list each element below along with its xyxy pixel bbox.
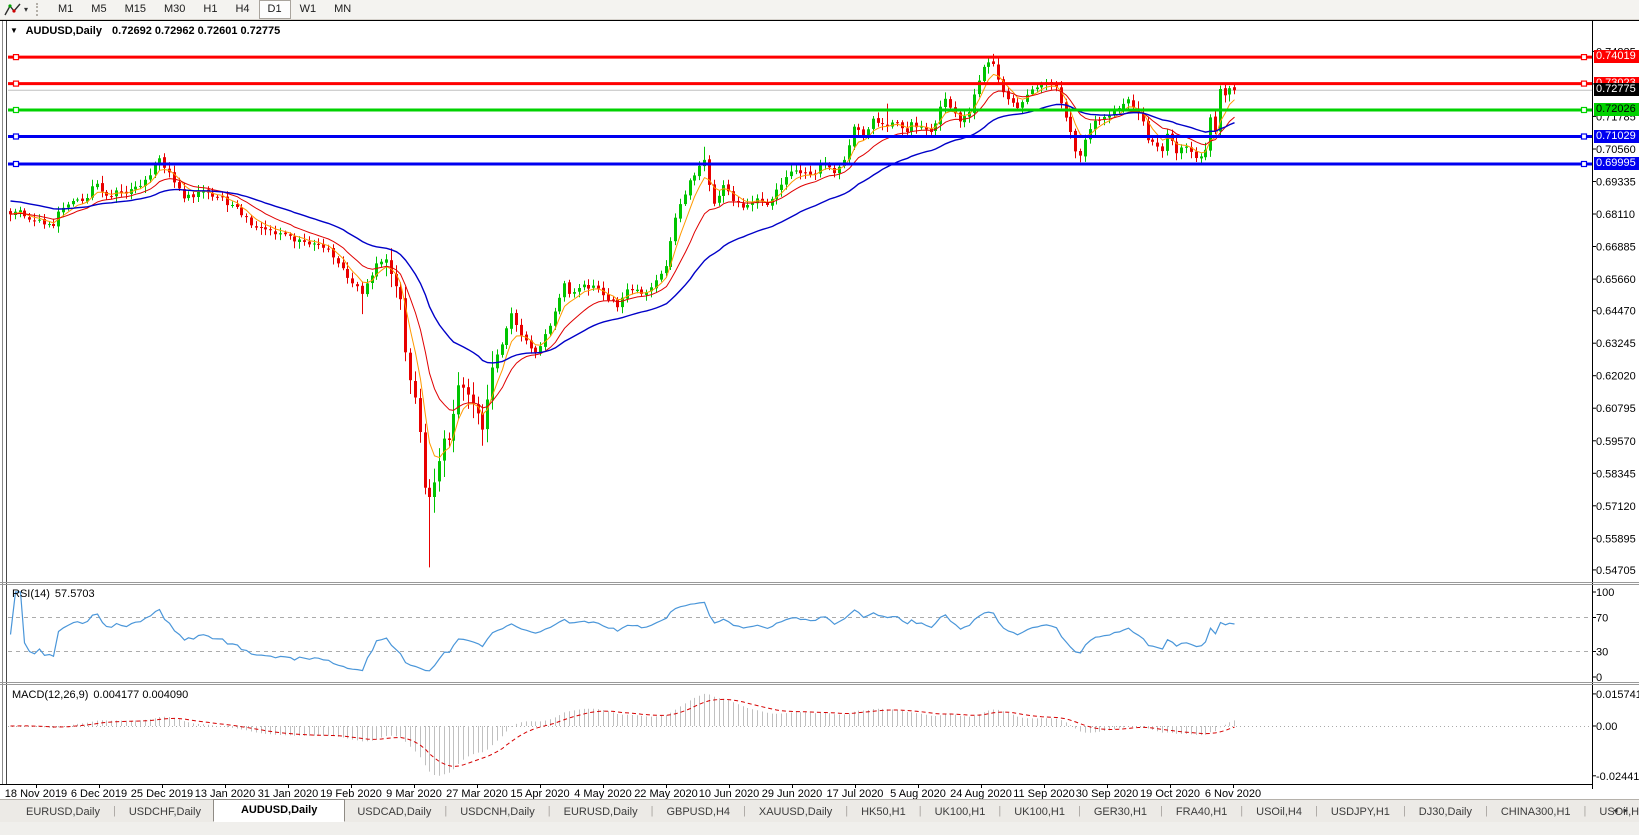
- chart-tab-uk100-h1[interactable]: UK100,H1: [1002, 803, 1077, 822]
- price-axis-tick: 0.68110: [1596, 209, 1635, 221]
- symbol-tab-bar: EURUSD,Daily|USDCHF,DailyAUDUSD,DailyUSD…: [0, 799, 1639, 822]
- rsi-axis-tick: 100: [1596, 587, 1614, 599]
- chart-ohlc-values: 0.72692 0.72962 0.72601 0.72775: [112, 25, 280, 37]
- chart-symbol-period: AUDUSD,Daily: [26, 25, 102, 37]
- chart-tab-usdcnh-daily[interactable]: USDCNH,Daily: [448, 803, 547, 822]
- macd-axis-tick: 0.00: [1596, 721, 1617, 733]
- price-axis-tick: 0.70560: [1596, 144, 1636, 156]
- chart-tab-dj30-daily[interactable]: DJ30,Daily: [1407, 803, 1484, 822]
- macd-axis-tick: -0.024412: [1596, 771, 1639, 783]
- macd-axis-tick: 0.015741: [1596, 689, 1639, 701]
- tab-scroll-left-icon[interactable]: ◂: [1613, 805, 1624, 815]
- chart-tab-hk50-h1[interactable]: HK50,H1: [849, 803, 918, 822]
- rsi-axis-tick: 0: [1596, 672, 1602, 684]
- level-price-tag: 0.74019: [1594, 50, 1639, 63]
- price-axis-tick: 0.55895: [1596, 533, 1636, 545]
- macd-values: 0.004177 0.004090: [93, 689, 188, 701]
- rsi-name: RSI(14): [12, 588, 50, 600]
- chart-tab-eurusd-daily[interactable]: EURUSD,Daily: [552, 803, 650, 822]
- chart-tab-usdchf-daily[interactable]: USDCHF,Daily: [117, 803, 213, 822]
- macd-indicator-label: MACD(12,26,9) 0.004177 0.004090: [12, 689, 188, 701]
- tab-scroll-right-icon[interactable]: ▸: [1623, 805, 1634, 815]
- price-axis-tick: 0.58345: [1596, 468, 1636, 480]
- price-axis-tick: 0.64470: [1596, 306, 1636, 318]
- chart-tab-audusd-daily[interactable]: AUDUSD,Daily: [213, 799, 345, 822]
- rsi-axis-tick: 30: [1596, 647, 1608, 659]
- chart-tab-china300-h1[interactable]: CHINA300,H1: [1489, 803, 1583, 822]
- rsi-value: 57.5703: [55, 588, 95, 600]
- price-axis-tick: 0.65660: [1596, 274, 1636, 286]
- chart-tab-gbpusd-h4[interactable]: GBPUSD,H4: [654, 803, 742, 822]
- price-axis-tick: 0.62020: [1596, 371, 1636, 383]
- mt4-window: ▾ M1M5M15M30H1H4D1W1MN 0.742350.730100.7…: [0, 0, 1639, 835]
- chart-canvas[interactable]: 0.742350.730100.717850.705600.693350.681…: [0, 0, 1639, 800]
- price-axis-tick: 0.63245: [1596, 338, 1636, 350]
- chart-tab-uk100-h1[interactable]: UK100,H1: [923, 803, 998, 822]
- macd-name: MACD(12,26,9): [12, 689, 88, 701]
- level-price-tag: 0.71029: [1594, 130, 1639, 143]
- price-axis-tick: 0.54705: [1596, 565, 1636, 577]
- rsi-axis-tick: 70: [1596, 613, 1608, 625]
- chart-title: ▼ AUDUSD,Daily 0.72692 0.72962 0.72601 0…: [10, 25, 280, 37]
- bottom-strip: [0, 822, 1639, 835]
- price-axis-tick: 0.60795: [1596, 403, 1636, 415]
- price-axis-tick: 0.57120: [1596, 501, 1636, 513]
- price-axis-tick: 0.69335: [1596, 177, 1636, 189]
- price-axis-tick: 0.66885: [1596, 242, 1636, 254]
- chart-menu-triangle-icon[interactable]: ▼: [10, 26, 18, 35]
- bid-price-tag: 0.72775: [1594, 83, 1639, 96]
- level-price-tag: 0.69995: [1594, 157, 1639, 170]
- chart-tab-usdjpy-h1[interactable]: USDJPY,H1: [1319, 803, 1402, 822]
- chart-tab-eurusd-daily[interactable]: EURUSD,Daily: [14, 803, 112, 822]
- chart-tab-ger30-h1[interactable]: GER30,H1: [1082, 803, 1159, 822]
- price-axis-tick: 0.59570: [1596, 436, 1636, 448]
- tab-scroll-arrows: ◂▸: [1613, 805, 1634, 816]
- chart-tab-usdcad-daily[interactable]: USDCAD,Daily: [345, 803, 443, 822]
- chart-tab-fra40-h1[interactable]: FRA40,H1: [1164, 803, 1239, 822]
- level-price-tag: 0.72026: [1594, 103, 1639, 116]
- chart-tab-usoil-h4[interactable]: USOil,H4: [1244, 803, 1314, 822]
- chart-tab-xauusd-daily[interactable]: XAUUSD,Daily: [747, 803, 844, 822]
- rsi-indicator-label: RSI(14) 57.5703: [12, 588, 95, 600]
